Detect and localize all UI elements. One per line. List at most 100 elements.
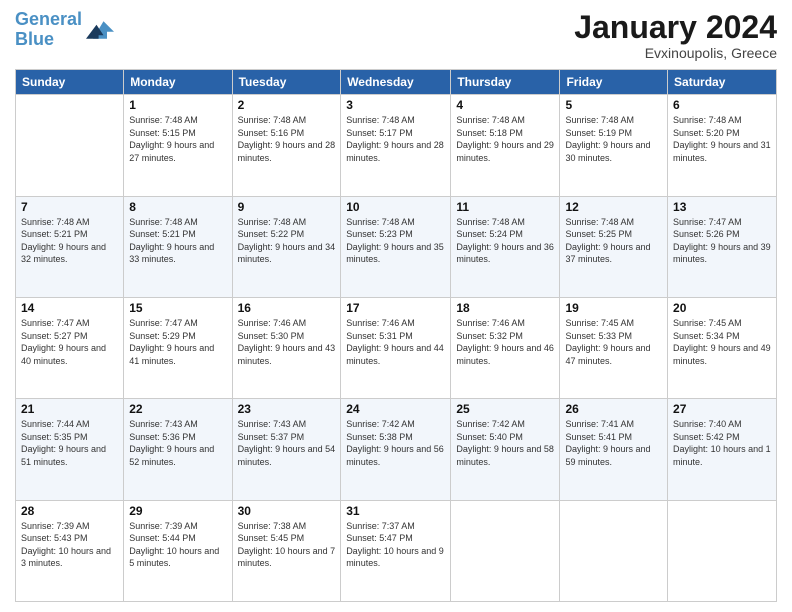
day-info: Sunrise: 7:48 AM Sunset: 5:15 PM Dayligh…: [129, 114, 226, 164]
calendar-cell: 12 Sunrise: 7:48 AM Sunset: 5:25 PM Dayl…: [560, 196, 668, 297]
calendar-cell: [451, 500, 560, 601]
day-info: Sunrise: 7:46 AM Sunset: 5:32 PM Dayligh…: [456, 317, 554, 367]
day-info: Sunrise: 7:47 AM Sunset: 5:27 PM Dayligh…: [21, 317, 118, 367]
day-number: 8: [129, 200, 226, 214]
calendar-cell: [560, 500, 668, 601]
day-info: Sunrise: 7:41 AM Sunset: 5:41 PM Dayligh…: [565, 418, 662, 468]
day-info: Sunrise: 7:39 AM Sunset: 5:43 PM Dayligh…: [21, 520, 118, 570]
calendar-week-row: 7 Sunrise: 7:48 AM Sunset: 5:21 PM Dayli…: [16, 196, 777, 297]
calendar-cell: 5 Sunrise: 7:48 AM Sunset: 5:19 PM Dayli…: [560, 95, 668, 196]
day-number: 30: [238, 504, 336, 518]
weekday-header: Friday: [560, 70, 668, 95]
calendar-week-row: 1 Sunrise: 7:48 AM Sunset: 5:15 PM Dayli…: [16, 95, 777, 196]
day-number: 14: [21, 301, 118, 315]
weekday-header: Sunday: [16, 70, 124, 95]
calendar-cell: 27 Sunrise: 7:40 AM Sunset: 5:42 PM Dayl…: [668, 399, 777, 500]
weekday-header: Thursday: [451, 70, 560, 95]
day-info: Sunrise: 7:44 AM Sunset: 5:35 PM Dayligh…: [21, 418, 118, 468]
page: GeneralBlue January 2024 Evxinoupolis, G…: [0, 0, 792, 612]
day-number: 7: [21, 200, 118, 214]
day-number: 19: [565, 301, 662, 315]
day-info: Sunrise: 7:48 AM Sunset: 5:22 PM Dayligh…: [238, 216, 336, 266]
day-info: Sunrise: 7:48 AM Sunset: 5:17 PM Dayligh…: [346, 114, 445, 164]
day-info: Sunrise: 7:48 AM Sunset: 5:20 PM Dayligh…: [673, 114, 771, 164]
calendar-cell: 11 Sunrise: 7:48 AM Sunset: 5:24 PM Dayl…: [451, 196, 560, 297]
day-number: 23: [238, 402, 336, 416]
day-info: Sunrise: 7:48 AM Sunset: 5:16 PM Dayligh…: [238, 114, 336, 164]
day-info: Sunrise: 7:42 AM Sunset: 5:40 PM Dayligh…: [456, 418, 554, 468]
location-title: Evxinoupolis, Greece: [574, 45, 777, 61]
calendar-cell: 16 Sunrise: 7:46 AM Sunset: 5:30 PM Dayl…: [232, 297, 341, 398]
day-info: Sunrise: 7:46 AM Sunset: 5:30 PM Dayligh…: [238, 317, 336, 367]
day-info: Sunrise: 7:47 AM Sunset: 5:26 PM Dayligh…: [673, 216, 771, 266]
day-info: Sunrise: 7:48 AM Sunset: 5:21 PM Dayligh…: [129, 216, 226, 266]
header: GeneralBlue January 2024 Evxinoupolis, G…: [15, 10, 777, 61]
day-number: 31: [346, 504, 445, 518]
day-info: Sunrise: 7:43 AM Sunset: 5:36 PM Dayligh…: [129, 418, 226, 468]
calendar-cell: 28 Sunrise: 7:39 AM Sunset: 5:43 PM Dayl…: [16, 500, 124, 601]
calendar-cell: 18 Sunrise: 7:46 AM Sunset: 5:32 PM Dayl…: [451, 297, 560, 398]
calendar-cell: 30 Sunrise: 7:38 AM Sunset: 5:45 PM Dayl…: [232, 500, 341, 601]
calendar-cell: 3 Sunrise: 7:48 AM Sunset: 5:17 PM Dayli…: [341, 95, 451, 196]
day-number: 24: [346, 402, 445, 416]
calendar-cell: 9 Sunrise: 7:48 AM Sunset: 5:22 PM Dayli…: [232, 196, 341, 297]
day-number: 21: [21, 402, 118, 416]
day-info: Sunrise: 7:39 AM Sunset: 5:44 PM Dayligh…: [129, 520, 226, 570]
day-number: 5: [565, 98, 662, 112]
title-area: January 2024 Evxinoupolis, Greece: [574, 10, 777, 61]
day-info: Sunrise: 7:48 AM Sunset: 5:19 PM Dayligh…: [565, 114, 662, 164]
weekday-header: Monday: [124, 70, 232, 95]
calendar-cell: 10 Sunrise: 7:48 AM Sunset: 5:23 PM Dayl…: [341, 196, 451, 297]
calendar-header-row: SundayMondayTuesdayWednesdayThursdayFrid…: [16, 70, 777, 95]
calendar-week-row: 14 Sunrise: 7:47 AM Sunset: 5:27 PM Dayl…: [16, 297, 777, 398]
day-info: Sunrise: 7:48 AM Sunset: 5:25 PM Dayligh…: [565, 216, 662, 266]
calendar-cell: 14 Sunrise: 7:47 AM Sunset: 5:27 PM Dayl…: [16, 297, 124, 398]
day-number: 9: [238, 200, 336, 214]
calendar-cell: 20 Sunrise: 7:45 AM Sunset: 5:34 PM Dayl…: [668, 297, 777, 398]
calendar-cell: 1 Sunrise: 7:48 AM Sunset: 5:15 PM Dayli…: [124, 95, 232, 196]
calendar-cell: 25 Sunrise: 7:42 AM Sunset: 5:40 PM Dayl…: [451, 399, 560, 500]
calendar-cell: 21 Sunrise: 7:44 AM Sunset: 5:35 PM Dayl…: [16, 399, 124, 500]
day-number: 6: [673, 98, 771, 112]
day-number: 22: [129, 402, 226, 416]
day-number: 20: [673, 301, 771, 315]
calendar-cell: 24 Sunrise: 7:42 AM Sunset: 5:38 PM Dayl…: [341, 399, 451, 500]
calendar-cell: 4 Sunrise: 7:48 AM Sunset: 5:18 PM Dayli…: [451, 95, 560, 196]
day-info: Sunrise: 7:40 AM Sunset: 5:42 PM Dayligh…: [673, 418, 771, 468]
calendar-cell: 17 Sunrise: 7:46 AM Sunset: 5:31 PM Dayl…: [341, 297, 451, 398]
day-number: 13: [673, 200, 771, 214]
day-number: 1: [129, 98, 226, 112]
day-number: 11: [456, 200, 554, 214]
calendar-cell: 26 Sunrise: 7:41 AM Sunset: 5:41 PM Dayl…: [560, 399, 668, 500]
day-number: 15: [129, 301, 226, 315]
day-number: 17: [346, 301, 445, 315]
day-info: Sunrise: 7:37 AM Sunset: 5:47 PM Dayligh…: [346, 520, 445, 570]
calendar-cell: 13 Sunrise: 7:47 AM Sunset: 5:26 PM Dayl…: [668, 196, 777, 297]
logo-icon: [86, 16, 114, 44]
weekday-header: Saturday: [668, 70, 777, 95]
day-info: Sunrise: 7:48 AM Sunset: 5:18 PM Dayligh…: [456, 114, 554, 164]
day-info: Sunrise: 7:48 AM Sunset: 5:23 PM Dayligh…: [346, 216, 445, 266]
day-number: 4: [456, 98, 554, 112]
day-info: Sunrise: 7:46 AM Sunset: 5:31 PM Dayligh…: [346, 317, 445, 367]
day-number: 28: [21, 504, 118, 518]
day-number: 16: [238, 301, 336, 315]
day-number: 29: [129, 504, 226, 518]
calendar-cell: [668, 500, 777, 601]
calendar-cell: 31 Sunrise: 7:37 AM Sunset: 5:47 PM Dayl…: [341, 500, 451, 601]
month-title: January 2024: [574, 10, 777, 45]
day-number: 3: [346, 98, 445, 112]
day-info: Sunrise: 7:48 AM Sunset: 5:21 PM Dayligh…: [21, 216, 118, 266]
calendar-cell: 2 Sunrise: 7:48 AM Sunset: 5:16 PM Dayli…: [232, 95, 341, 196]
calendar-cell: [16, 95, 124, 196]
logo: GeneralBlue: [15, 10, 114, 50]
calendar-cell: 22 Sunrise: 7:43 AM Sunset: 5:36 PM Dayl…: [124, 399, 232, 500]
day-number: 10: [346, 200, 445, 214]
day-info: Sunrise: 7:42 AM Sunset: 5:38 PM Dayligh…: [346, 418, 445, 468]
calendar-cell: 15 Sunrise: 7:47 AM Sunset: 5:29 PM Dayl…: [124, 297, 232, 398]
day-number: 26: [565, 402, 662, 416]
day-number: 12: [565, 200, 662, 214]
calendar-cell: 23 Sunrise: 7:43 AM Sunset: 5:37 PM Dayl…: [232, 399, 341, 500]
calendar-cell: 29 Sunrise: 7:39 AM Sunset: 5:44 PM Dayl…: [124, 500, 232, 601]
calendar-cell: 7 Sunrise: 7:48 AM Sunset: 5:21 PM Dayli…: [16, 196, 124, 297]
